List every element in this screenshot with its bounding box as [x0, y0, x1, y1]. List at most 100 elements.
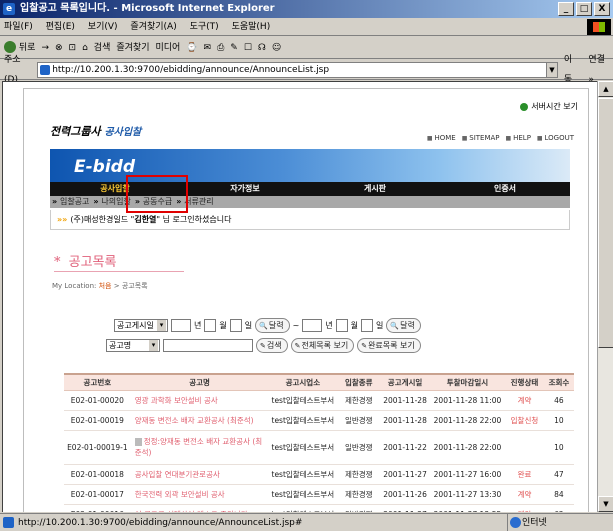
notice-title-link[interactable]: 영광 과학화 보안설비 공사 [130, 390, 269, 411]
refresh-button[interactable]: ⊡ [69, 37, 77, 59]
from-month-input[interactable] [204, 318, 217, 332]
notice-title-link[interactable]: 공사입찰 연대분기관로공사 [130, 464, 269, 485]
scroll-down-icon[interactable]: ▼ [598, 496, 613, 512]
menu-bar: 파일(F) 편집(E) 보기(V) 즐겨찾기(A) 도구(T) 도움말(H) [0, 18, 613, 36]
server-time-link[interactable]: 서버시간 보기 [520, 101, 578, 112]
breadcrumb-home[interactable]: 처음 [99, 282, 112, 290]
table-row[interactable]: E02-01-00020 영광 과학화 보안설비 공사 test입찰테스트부서 … [64, 390, 574, 411]
home-link[interactable]: HOME [427, 134, 455, 142]
minimize-button[interactable]: _ [558, 2, 574, 16]
menu-help[interactable]: 도움말(H) [232, 22, 271, 32]
month-label: 월 [219, 320, 227, 330]
table-row[interactable]: E02-01-00019 양재동 변전소 배자 교환공사 (최준석) test입… [64, 410, 574, 431]
from-year-input[interactable] [171, 318, 191, 332]
breadcrumb: My Location: 처음 > 공고목록 [52, 281, 148, 291]
messenger-button[interactable]: ☊ [258, 37, 266, 59]
views: 62 [543, 504, 574, 512]
scroll-up-icon[interactable]: ▲ [598, 81, 613, 97]
deadline: 2001-11-27 13:55 [429, 504, 506, 512]
discuss-button[interactable]: ☐ [244, 37, 252, 59]
nav-board[interactable]: 게시판 [310, 182, 440, 196]
date-field-select[interactable]: 공고게시일 [114, 318, 168, 332]
to-year-input[interactable] [302, 318, 323, 332]
bid-type: 일반경쟁 [337, 504, 381, 512]
search-submit-button[interactable]: 검색 [256, 337, 288, 353]
from-day-input[interactable] [229, 318, 242, 332]
menu-tools[interactable]: 도구(T) [190, 22, 219, 32]
location-label: My Location: [52, 282, 97, 290]
views: 10 [543, 430, 574, 465]
table-row[interactable]: E02-01-00017 한국전력 외곽 보안설비 공사 test입찰테스트부서… [64, 484, 574, 505]
to-day-input[interactable] [361, 318, 374, 332]
menu-file[interactable]: 파일(F) [4, 22, 33, 32]
maximize-button[interactable]: □ [576, 2, 592, 16]
home-button[interactable]: ⌂ [82, 37, 88, 59]
scroll-thumb[interactable] [598, 98, 613, 348]
menu-view[interactable]: 보기(V) [88, 22, 118, 32]
keyword-field-select[interactable]: 공고명 [106, 338, 160, 352]
keyword-input[interactable] [163, 338, 253, 352]
day-label: 일 [244, 320, 253, 330]
close-button[interactable]: X [594, 2, 610, 16]
print-button[interactable]: ⎙ [217, 37, 224, 59]
address-dropdown-icon[interactable]: ▼ [546, 61, 558, 78]
document-icon [134, 438, 142, 446]
edit-button[interactable]: ✎ [230, 37, 238, 59]
media-button[interactable]: 미디어 [155, 37, 180, 59]
view-completed-button[interactable]: 완료목록 보기 [357, 337, 421, 353]
range-tilde: ~ [292, 320, 300, 330]
menu-edit[interactable]: 편집(E) [46, 22, 75, 32]
status: 계약 [505, 390, 544, 411]
welcome-suffix: " 님 로그인하셨습니다 [156, 215, 232, 224]
office: test입찰테스트부서 [268, 484, 338, 505]
col-posted-date: 공고게시일 [380, 373, 430, 391]
bid-type: 제한경쟁 [337, 464, 381, 485]
to-calendar-button[interactable]: 달력 [386, 317, 421, 333]
breadcrumb-separator: > [111, 282, 122, 290]
status: 입찰신청 [505, 410, 544, 431]
stop-button[interactable]: ⊗ [55, 37, 63, 59]
address-input[interactable]: http://10.200.1.30:9700/ebidding/announc… [37, 61, 548, 78]
mail-button[interactable]: ✉ [204, 37, 212, 59]
notice-title-link[interactable]: 이 공고를 선택하여 테스트 중입니다. [130, 504, 269, 512]
research-button[interactable]: ☺ [272, 37, 281, 59]
favorites-button[interactable]: 즐겨찾기 [116, 37, 149, 59]
status-bar: http://10.200.1.30:9700/ebidding/announc… [0, 513, 613, 531]
table-row[interactable]: E02-01-00016 이 공고를 선택하여 테스트 중입니다. test입찰… [64, 504, 574, 512]
nav-certificate[interactable]: 인증서 [440, 182, 570, 196]
posted-date: 2001-11-26 [380, 484, 430, 505]
subnav-announcements[interactable]: 입찰공고 [52, 196, 89, 208]
table-header-row: 공고번호 공고명 공고시업소 입찰종류 공고게시일 투찰마감일시 진행상태 조회… [64, 373, 574, 391]
sitemap-link[interactable]: SITEMAP [462, 134, 499, 142]
notice-no: E02-01-00016 [64, 504, 131, 512]
view-all-button[interactable]: 전체목록 보기 [290, 337, 355, 353]
help-link[interactable]: HELP [506, 134, 531, 142]
table-row[interactable]: E02-01-00019-1 정정:양재동 변전소 배자 교환공사 (최준석) … [64, 430, 574, 465]
table-row[interactable]: E02-01-00018 공사입찰 연대분기관로공사 test입찰테스트부서 제… [64, 464, 574, 485]
nav-company-info[interactable]: 자가정보 [180, 182, 310, 196]
to-month-input[interactable] [335, 318, 348, 332]
date-search-row: 공고게시일 년 월 일 달력 ~ 년 월 일 달력 [114, 315, 534, 335]
title-bar: e 입찰공고 목록입니다. - Microsoft Internet Explo… [0, 0, 613, 18]
history-button[interactable]: ⌚ [186, 37, 197, 59]
status: 계약 [505, 504, 544, 512]
forward-button[interactable]: → [41, 37, 49, 59]
notice-title-link[interactable]: 한국전력 외곽 보안설비 공사 [130, 484, 269, 505]
views: 10 [543, 410, 574, 431]
notice-title-link[interactable]: 정정:양재동 변전소 배자 교환공사 (최준석) [135, 437, 263, 457]
notice-title-link[interactable]: 양재동 변전소 배자 교환공사 (최준석) [130, 410, 269, 431]
from-calendar-button[interactable]: 달력 [255, 317, 290, 333]
vertical-scrollbar[interactable]: ▲ ▼ [597, 81, 613, 512]
logout-link[interactable]: LOGOUT [537, 134, 575, 142]
search-button[interactable]: 검색 [94, 37, 111, 59]
window-title: 입찰공고 목록입니다. - Microsoft Internet Explore… [20, 3, 275, 14]
views: 84 [543, 484, 574, 505]
brand-sub: 공사입찰 [104, 127, 142, 138]
page-icon [3, 517, 14, 528]
breadcrumb-current: 공고목록 [121, 282, 148, 290]
deadline: 2001-11-28 22:00 [429, 410, 506, 431]
notice-title-cell[interactable]: 정정:양재동 변전소 배자 교환공사 (최준석) [130, 430, 269, 465]
menu-favorites[interactable]: 즐겨찾기(A) [130, 22, 176, 32]
status-text: http://10.200.1.30:9700/ebidding/announc… [18, 518, 303, 528]
posted-date: 2001-11-28 [380, 390, 430, 411]
